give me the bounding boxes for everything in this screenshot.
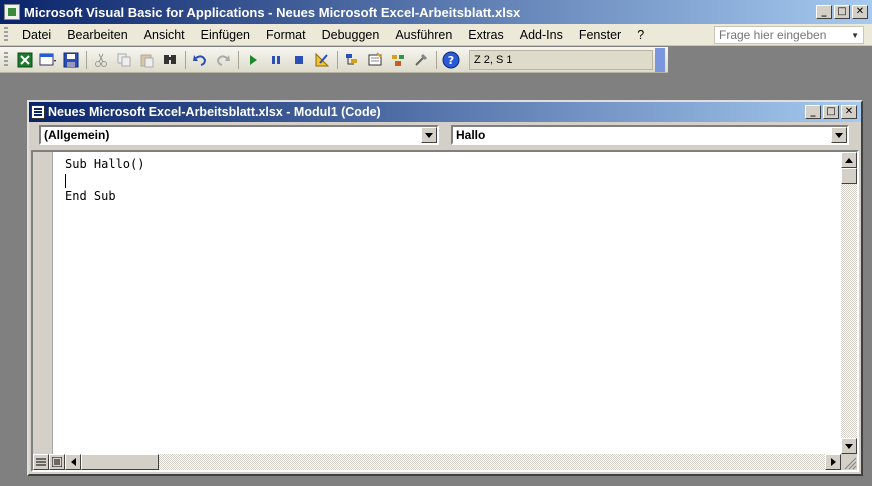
text-caret — [65, 173, 66, 188]
toolbar-grip[interactable] — [4, 51, 8, 68]
standard-toolbar: ? Z 2, S 1 — [0, 47, 668, 73]
menu-ausfuehren[interactable]: Ausführen — [387, 28, 460, 42]
chevron-down-icon[interactable] — [421, 127, 437, 143]
run-icon[interactable] — [242, 49, 264, 71]
vba-app-icon[interactable] — [4, 4, 20, 20]
chevron-down-icon[interactable]: ▼ — [851, 31, 859, 40]
scroll-down-icon[interactable] — [841, 438, 857, 454]
save-icon[interactable] — [60, 49, 82, 71]
vertical-scrollbar[interactable] — [841, 152, 857, 454]
vertical-scroll-thumb[interactable] — [841, 168, 857, 184]
code-window-controls: _ □ ✕ — [805, 105, 857, 119]
undo-icon[interactable] — [189, 49, 211, 71]
code-line[interactable]: Sub Hallo() — [65, 156, 835, 172]
horizontal-scroll-thumb[interactable] — [81, 454, 159, 470]
code-line-caret[interactable] — [65, 172, 835, 188]
menu-fenster[interactable]: Fenster — [571, 28, 629, 42]
menu-format[interactable]: Format — [258, 28, 314, 42]
design-mode-icon[interactable] — [311, 49, 333, 71]
excel-icon[interactable] — [14, 49, 36, 71]
menu-bearbeiten[interactable]: Bearbeiten — [59, 28, 135, 42]
scroll-right-icon[interactable] — [825, 454, 841, 470]
code-window-title: Neues Microsoft Excel-Arbeitsblatt.xlsx … — [48, 105, 381, 119]
menu-einfuegen[interactable]: Einfügen — [193, 28, 258, 42]
code-text-area[interactable]: Sub Hallo() End Sub — [65, 156, 835, 452]
code-close-button[interactable]: ✕ — [841, 105, 857, 119]
combo-row: (Allgemein) Hallo — [29, 122, 861, 148]
project-explorer-icon[interactable] — [341, 49, 363, 71]
bottom-bar — [33, 454, 857, 470]
mdi-workspace: Neues Microsoft Excel-Arbeitsblatt.xlsx … — [0, 74, 872, 486]
menu-extras[interactable]: Extras — [460, 28, 511, 42]
redo-icon[interactable] — [212, 49, 234, 71]
maximize-button[interactable]: □ — [834, 5, 850, 19]
svg-text:?: ? — [448, 54, 454, 67]
margin-indicator-bar[interactable] — [33, 152, 53, 454]
full-module-view-icon[interactable] — [49, 454, 65, 470]
resize-grip-icon[interactable] — [841, 454, 857, 470]
break-icon[interactable] — [265, 49, 287, 71]
app-title: Microsoft Visual Basic for Applications … — [24, 4, 521, 20]
scroll-up-icon[interactable] — [841, 152, 857, 168]
menu-ansicht[interactable]: Ansicht — [136, 28, 193, 42]
code-minimize-button[interactable]: _ — [805, 105, 821, 119]
copy-icon[interactable] — [113, 49, 135, 71]
toolbar-options-button[interactable] — [655, 47, 665, 72]
menu-help[interactable]: ? — [629, 28, 652, 42]
cut-icon[interactable] — [90, 49, 112, 71]
toolbar-separator — [436, 50, 437, 69]
code-module-icon[interactable] — [31, 105, 45, 119]
toolbar-separator — [238, 50, 239, 69]
paste-icon[interactable] — [136, 49, 158, 71]
scroll-left-icon[interactable] — [65, 454, 81, 470]
code-window: Neues Microsoft Excel-Arbeitsblatt.xlsx … — [27, 100, 863, 476]
find-icon[interactable] — [159, 49, 181, 71]
code-editor[interactable]: Sub Hallo() End Sub — [31, 150, 859, 472]
ask-question-box[interactable]: ▼ — [714, 26, 864, 44]
menu-datei[interactable]: Datei — [14, 28, 59, 42]
close-button[interactable]: ✕ — [852, 5, 868, 19]
chevron-down-icon[interactable] — [831, 127, 847, 143]
menu-debuggen[interactable]: Debuggen — [314, 28, 388, 42]
window-controls: _ □ ✕ — [816, 5, 868, 19]
menu-addins[interactable]: Add-Ins — [512, 28, 571, 42]
menubar-grip[interactable] — [4, 26, 8, 43]
procedure-view-icon[interactable] — [33, 454, 49, 470]
toolbar-separator — [185, 50, 186, 69]
code-maximize-button[interactable]: □ — [823, 105, 839, 119]
procedure-combo[interactable]: Hallo — [451, 125, 849, 145]
properties-icon[interactable] — [364, 49, 386, 71]
object-combo-value: (Allgemein) — [44, 128, 110, 142]
app-titlebar: Microsoft Visual Basic for Applications … — [0, 0, 872, 24]
minimize-button[interactable]: _ — [816, 5, 832, 19]
toolbar-separator — [337, 50, 338, 69]
help-icon[interactable]: ? — [440, 49, 462, 71]
code-window-titlebar: Neues Microsoft Excel-Arbeitsblatt.xlsx … — [29, 102, 861, 122]
toolbox-icon[interactable] — [410, 49, 432, 71]
code-line[interactable]: End Sub — [65, 188, 835, 204]
object-browser-icon[interactable] — [387, 49, 409, 71]
ask-question-input[interactable] — [719, 28, 852, 42]
toolbar-separator — [86, 50, 87, 69]
reset-icon[interactable] — [288, 49, 310, 71]
cursor-position: Z 2, S 1 — [469, 49, 653, 70]
horizontal-scrollbar[interactable] — [65, 454, 841, 470]
object-combo[interactable]: (Allgemein) — [39, 125, 439, 145]
insert-userform-icon[interactable] — [37, 49, 59, 71]
procedure-combo-value: Hallo — [456, 128, 486, 142]
menubar: Datei Bearbeiten Ansicht Einfügen Format… — [0, 24, 872, 46]
